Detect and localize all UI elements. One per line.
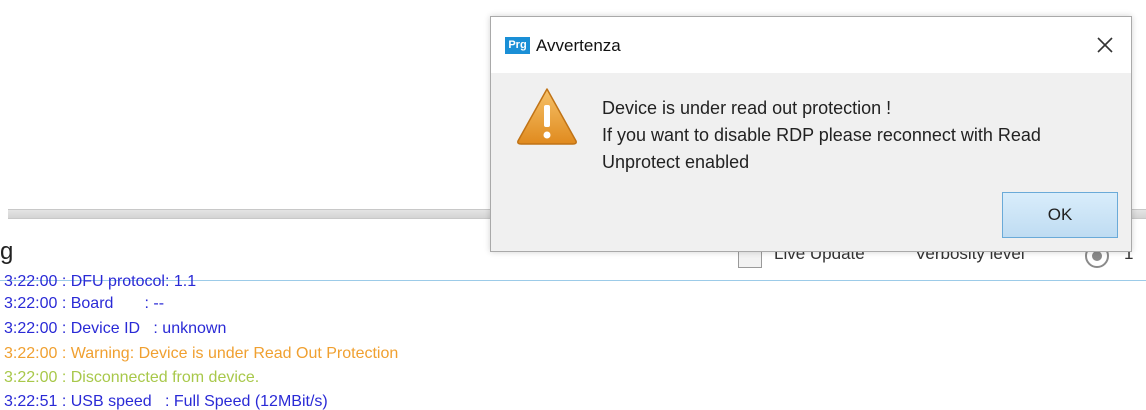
- dialog-content: Device is under read out protection ! If…: [491, 73, 1131, 183]
- app-logo: Prg: [505, 37, 530, 54]
- log-line: 3:22:00 : Disconnected from device.: [4, 369, 260, 386]
- dialog-title: Avvertenza: [536, 36, 621, 55]
- message-line: If you want to disable RDP please reconn…: [602, 125, 1041, 145]
- log-output: 3:22:00 : DFU protocol: 1.1 3:22:00 : Bo…: [0, 272, 1146, 410]
- log-line: 3:22:00 : Warning: Device is under Read …: [4, 345, 399, 362]
- ok-button[interactable]: OK: [1002, 192, 1118, 238]
- warning-icon: [517, 88, 577, 145]
- log-line: 3:22:00 : Board : --: [4, 295, 165, 312]
- log-line: 3:22:51 : USB speed : Full Speed (12MBit…: [4, 393, 328, 410]
- log-line: 3:22:00 : DFU protocol: 1.1: [4, 273, 197, 290]
- message-line: Device is under read out protection !: [602, 98, 892, 118]
- log-title: g: [0, 238, 14, 265]
- warning-dialog: Prg Avvertenza Device is under read out …: [490, 16, 1132, 252]
- dialog-message: Device is under read out protection ! If…: [602, 95, 1112, 176]
- log-line: 3:22:00 : Device ID : unknown: [4, 320, 227, 337]
- message-line: Unprotect enabled: [602, 152, 750, 172]
- close-icon: [1097, 37, 1113, 53]
- dialog-titlebar[interactable]: Prg Avvertenza: [491, 17, 1131, 73]
- close-button[interactable]: [1091, 31, 1119, 59]
